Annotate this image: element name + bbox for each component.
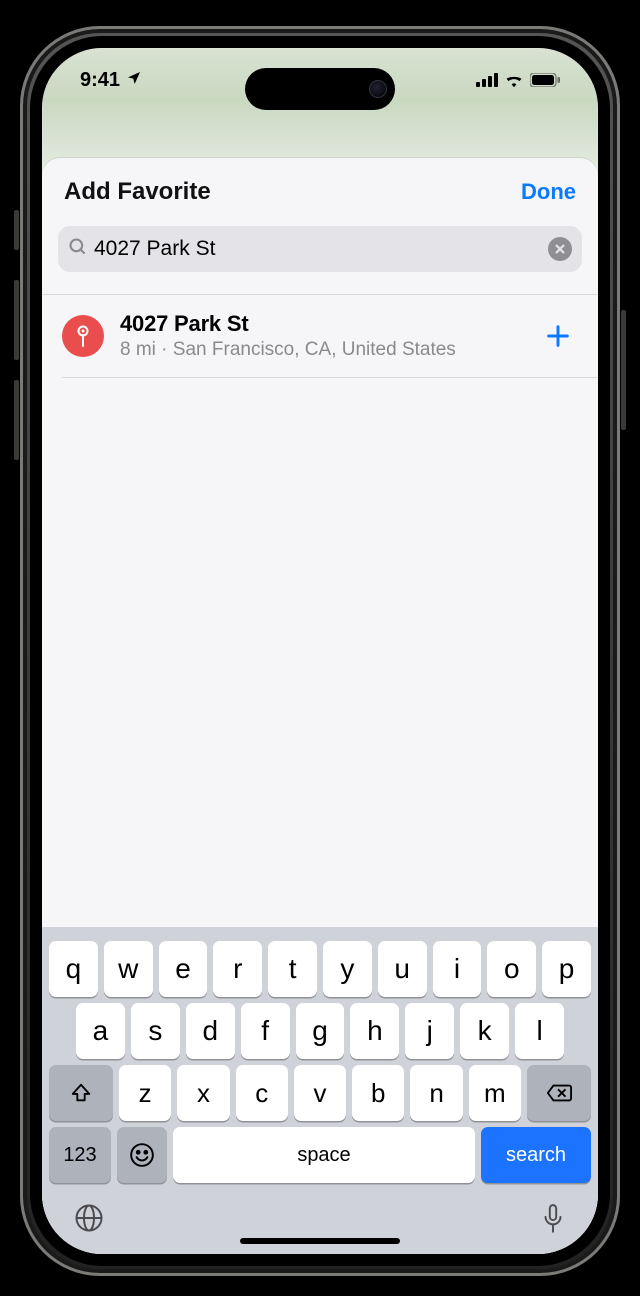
key-o[interactable]: o	[487, 941, 536, 997]
key-x[interactable]: x	[177, 1065, 229, 1121]
keyboard-row-1: q w e r t y u i o p	[49, 941, 591, 997]
key-c[interactable]: c	[236, 1065, 288, 1121]
dynamic-island	[245, 68, 395, 110]
keyboard-row-4: 123 space search	[49, 1127, 591, 1183]
key-d[interactable]: d	[186, 1003, 235, 1059]
keyboard-row-3: z x c v b n m	[49, 1065, 591, 1121]
key-j[interactable]: j	[405, 1003, 454, 1059]
battery-icon	[530, 73, 560, 87]
pin-icon	[62, 315, 104, 357]
key-p[interactable]: p	[542, 941, 591, 997]
status-time: 9:41	[80, 69, 120, 92]
sheet-title: Add Favorite	[64, 178, 211, 206]
wifi-icon	[504, 73, 524, 87]
key-e[interactable]: e	[159, 941, 208, 997]
shift-key[interactable]	[49, 1065, 113, 1121]
key-z[interactable]: z	[119, 1065, 171, 1121]
search-result-row[interactable]: 4027 Park St 8 mi · San Francisco, CA, U…	[42, 295, 598, 377]
key-s[interactable]: s	[131, 1003, 180, 1059]
key-t[interactable]: t	[268, 941, 317, 997]
dictation-icon[interactable]	[540, 1203, 566, 1240]
keyboard-row-2: a s d f g h j k l	[49, 1003, 591, 1059]
key-v[interactable]: v	[294, 1065, 346, 1121]
globe-icon[interactable]	[74, 1203, 104, 1240]
space-key[interactable]: space	[173, 1127, 475, 1183]
key-f[interactable]: f	[241, 1003, 290, 1059]
key-n[interactable]: n	[410, 1065, 462, 1121]
key-k[interactable]: k	[460, 1003, 509, 1059]
keyboard: q w e r t y u i o p a s d f g h	[42, 927, 598, 1254]
phone-frame: 9:41 Add Favorite Done	[20, 26, 620, 1276]
key-w[interactable]: w	[104, 941, 153, 997]
add-favorite-button[interactable]	[538, 316, 578, 356]
key-h[interactable]: h	[350, 1003, 399, 1059]
numbers-key[interactable]: 123	[49, 1127, 111, 1183]
search-field[interactable]	[58, 226, 582, 272]
clear-search-button[interactable]	[548, 237, 572, 261]
location-arrow-icon	[126, 69, 142, 92]
key-y[interactable]: y	[323, 941, 372, 997]
cellular-signal-icon	[476, 73, 498, 87]
result-subtitle: 8 mi · San Francisco, CA, United States	[120, 339, 522, 361]
home-indicator[interactable]	[240, 1238, 400, 1244]
key-l[interactable]: l	[515, 1003, 564, 1059]
key-u[interactable]: u	[378, 941, 427, 997]
add-favorite-sheet: Add Favorite Done 4027 Park St	[42, 158, 598, 1254]
key-q[interactable]: q	[49, 941, 98, 997]
key-m[interactable]: m	[469, 1065, 521, 1121]
key-g[interactable]: g	[296, 1003, 345, 1059]
key-a[interactable]: a	[76, 1003, 125, 1059]
search-input[interactable]	[88, 237, 548, 261]
search-icon	[68, 237, 88, 262]
emoji-key[interactable]	[117, 1127, 167, 1183]
result-title: 4027 Park St	[120, 311, 522, 337]
done-button[interactable]: Done	[521, 179, 576, 205]
key-b[interactable]: b	[352, 1065, 404, 1121]
search-action-key[interactable]: search	[481, 1127, 591, 1183]
divider	[62, 377, 598, 378]
backspace-key[interactable]	[527, 1065, 591, 1121]
key-i[interactable]: i	[433, 941, 482, 997]
key-r[interactable]: r	[213, 941, 262, 997]
